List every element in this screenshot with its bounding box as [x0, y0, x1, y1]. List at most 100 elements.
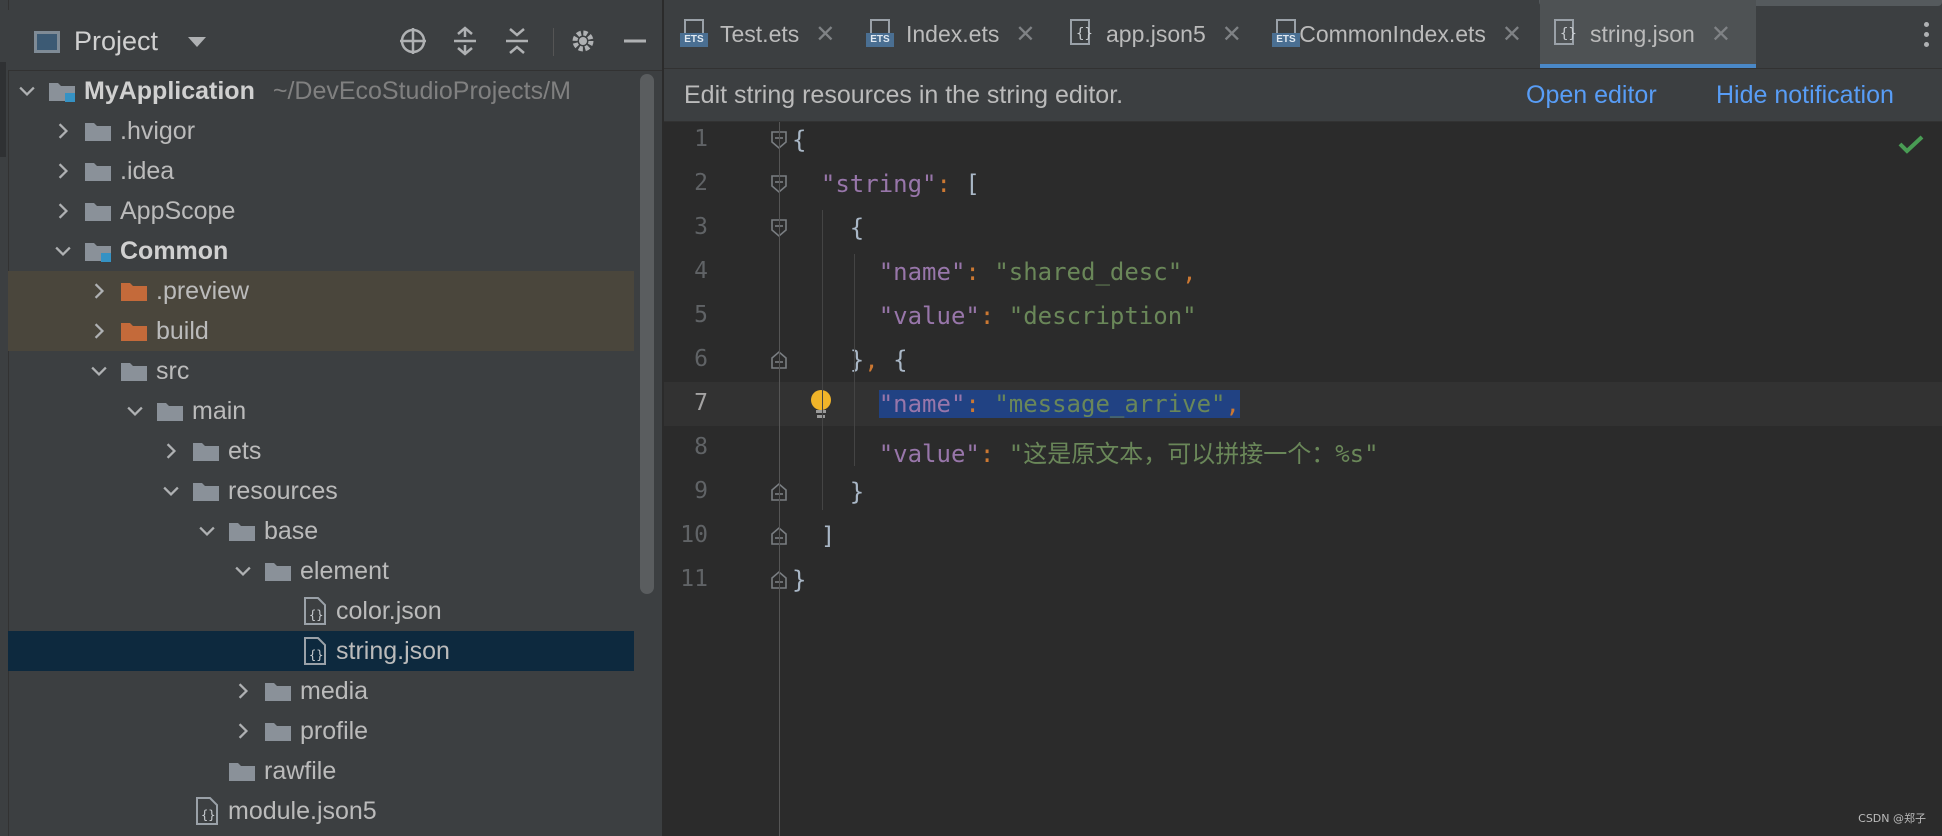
tree-item-src[interactable]: src: [8, 351, 634, 391]
chevron-right-icon[interactable]: [235, 683, 249, 699]
ets-file-icon: ETS: [1272, 19, 1300, 49]
hide-notification-link[interactable]: Hide notification: [1716, 81, 1894, 110]
close-icon[interactable]: ✕: [1015, 20, 1035, 49]
code-line[interactable]: 6 }, {: [664, 338, 1942, 382]
code-line[interactable]: 3 {: [664, 206, 1942, 250]
tree-item-myapplication[interactable]: MyApplication ~/DevEcoStudioProjects/M: [8, 71, 634, 111]
code-line[interactable]: 5 "value": "description": [664, 294, 1942, 338]
tab-string-json[interactable]: {} string.json ✕: [1540, 0, 1756, 68]
tab-commonindex-ets[interactable]: ETS CommonIndex.ets ✕: [1260, 0, 1522, 68]
close-icon[interactable]: ✕: [815, 20, 835, 49]
tree-item-main[interactable]: main: [8, 391, 634, 431]
locate-file-button[interactable]: [396, 24, 430, 58]
tree-item-label: build: [156, 317, 209, 346]
chevron-right-icon[interactable]: [163, 443, 177, 459]
close-icon[interactable]: ✕: [1711, 20, 1731, 49]
tree-item-color-json[interactable]: {} color.json: [8, 591, 634, 631]
hide-panel-button[interactable]: [618, 24, 652, 58]
chevron-right-icon[interactable]: [55, 163, 69, 179]
settings-button[interactable]: [566, 24, 600, 58]
chevron-down-icon[interactable]: [19, 83, 35, 97]
indent-guide: [822, 210, 823, 510]
tree-item-name: MyApplication: [84, 77, 255, 105]
svg-text:{}: {}: [201, 808, 215, 822]
chevron-right-icon[interactable]: [55, 203, 69, 219]
folder-icon: [84, 160, 112, 182]
excluded-folder-icon: [120, 280, 148, 302]
tree-item-name: color.json: [336, 597, 442, 625]
code-line[interactable]: 4 "name": "shared_desc",: [664, 250, 1942, 294]
code-line[interactable]: 2 "string": [: [664, 162, 1942, 206]
tree-item-label: resources: [228, 477, 338, 506]
line-number: 5: [694, 302, 708, 328]
line-number: 3: [694, 214, 708, 240]
tree-item-resources[interactable]: resources: [8, 471, 634, 511]
collapse-all-button[interactable]: [500, 24, 534, 58]
tree-item-module-json5[interactable]: {} module.json5: [8, 791, 634, 831]
folder-icon: [228, 760, 256, 782]
close-icon[interactable]: ✕: [1222, 20, 1242, 49]
project-view-selector[interactable]: Project: [34, 26, 207, 57]
chevron-down-icon[interactable]: [127, 403, 143, 417]
tree-item-appscope[interactable]: AppScope: [8, 191, 634, 231]
tree-item-name: resources: [228, 477, 338, 505]
chevron-down-icon[interactable]: [55, 243, 71, 257]
line-number: 9: [694, 478, 708, 504]
tree-item-label: color.json: [336, 597, 442, 626]
tree-item-ets[interactable]: ets: [8, 431, 634, 471]
tree-item-base[interactable]: base: [8, 511, 634, 551]
minimize-icon: [624, 39, 646, 43]
tree-item-preview[interactable]: .preview: [8, 271, 634, 311]
chevron-down-icon[interactable]: [163, 483, 179, 497]
tree-item-label: src: [156, 357, 189, 386]
tab-test-ets[interactable]: ETS Test.ets ✕: [668, 0, 840, 68]
line-number: 2: [694, 170, 708, 196]
code-text: "name": "shared_desc",: [878, 258, 1197, 286]
tree-item-element[interactable]: element: [8, 551, 634, 591]
chevron-down-icon[interactable]: [235, 563, 251, 577]
more-tabs-icon[interactable]: [1924, 22, 1930, 52]
tree-item-name: .preview: [156, 277, 250, 305]
tree-item-idea[interactable]: .idea: [8, 151, 634, 191]
expand-all-button[interactable]: [448, 24, 482, 58]
tree-item-label: AppScope: [120, 197, 235, 226]
code-line[interactable]: 8 "value": "这是原文本，可以拼接一个：%s": [664, 426, 1942, 470]
tab-index-ets[interactable]: ETS Index.ets ✕: [854, 0, 1042, 68]
tree-item-profile[interactable]: profile: [8, 711, 634, 751]
folder-icon: [84, 120, 112, 142]
tree-item-common[interactable]: Common: [8, 231, 634, 271]
code-line[interactable]: 7 "name": "message_arrive",: [664, 382, 1942, 426]
code-line[interactable]: 10 ]: [664, 514, 1942, 558]
chevron-right-icon[interactable]: [235, 723, 249, 739]
tree-item-name: Common: [120, 237, 229, 265]
tree-item-media[interactable]: media: [8, 671, 634, 711]
tree-item-build[interactable]: build: [8, 311, 634, 351]
code-line[interactable]: 1{: [664, 118, 1942, 162]
code-line[interactable]: 9 }: [664, 470, 1942, 514]
tree-item-label: rawfile: [264, 757, 336, 786]
tab-app-json5[interactable]: {} app.json5 ✕: [1056, 0, 1246, 68]
tree-item-rawfile[interactable]: rawfile: [8, 751, 634, 791]
chevron-right-icon[interactable]: [55, 123, 69, 139]
chevron-down-icon[interactable]: [188, 36, 207, 47]
tree-item-string-json[interactable]: {} string.json: [8, 631, 634, 671]
code-line[interactable]: 11}: [664, 558, 1942, 602]
chevron-down-icon[interactable]: [199, 523, 215, 537]
gutter-separator: [779, 122, 780, 836]
close-icon[interactable]: ✕: [1502, 20, 1522, 49]
editor-tab-bar: ETS Test.ets ✕ ETS Index.ets ✕{} app.json5 ✕ ETS…: [664, 0, 1942, 69]
code-text: "string": [: [820, 170, 980, 198]
tree-item-hvigor[interactable]: .hvigor: [8, 111, 634, 151]
folder-icon: [264, 680, 292, 702]
project-tree-scrollbar[interactable]: [640, 74, 654, 594]
chevron-down-icon[interactable]: [91, 363, 107, 377]
code-text: "name": "message_arrive",: [792, 390, 1240, 418]
tree-item-label: ets: [228, 437, 261, 466]
module-folder-icon: [84, 240, 112, 262]
chevron-right-icon[interactable]: [91, 283, 105, 299]
chevron-right-icon[interactable]: [91, 323, 105, 339]
tree-item-name: .hvigor: [120, 117, 196, 145]
code-text: "value": "这是原文本，可以拼接一个：%s": [878, 440, 1379, 468]
tree-item-label: main: [192, 397, 246, 426]
open-editor-link[interactable]: Open editor: [1526, 81, 1657, 110]
